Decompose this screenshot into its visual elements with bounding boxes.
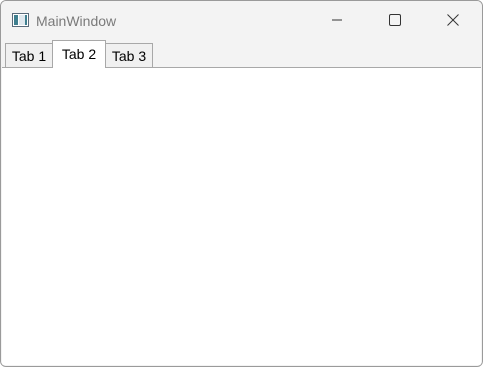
- minimize-button[interactable]: [314, 1, 360, 39]
- close-button[interactable]: [430, 1, 476, 39]
- minimize-icon: [332, 19, 342, 21]
- maximize-icon: [389, 14, 401, 26]
- tab-3[interactable]: Tab 3: [105, 43, 153, 67]
- close-icon: [447, 14, 459, 26]
- tab-content-pane: [2, 67, 481, 365]
- tab-1[interactable]: Tab 1: [5, 43, 53, 67]
- window-title: MainWindow: [36, 13, 117, 29]
- maximize-button[interactable]: [372, 1, 418, 39]
- main-window: MainWindow Tab 1 Tab 2 Tab 3: [0, 0, 483, 367]
- title-bar[interactable]: MainWindow: [1, 1, 482, 39]
- window-client-area: Tab 1 Tab 2 Tab 3: [1, 39, 482, 366]
- window-app-icon: [12, 13, 29, 27]
- tab-2[interactable]: Tab 2: [52, 40, 106, 68]
